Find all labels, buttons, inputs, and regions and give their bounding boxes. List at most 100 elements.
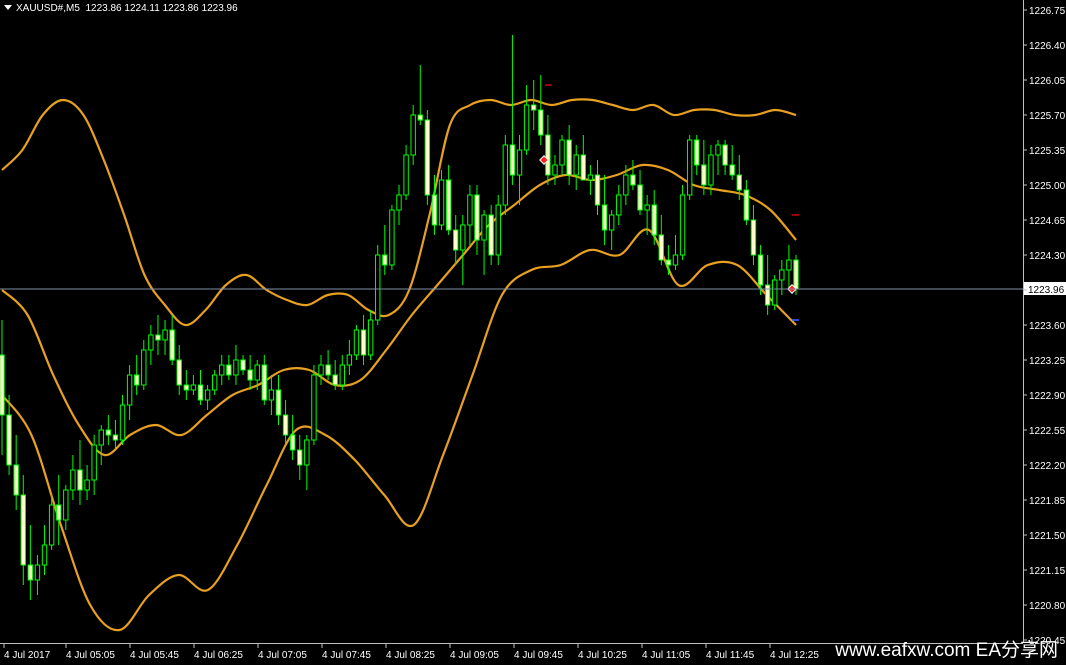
candle-body [41, 544, 48, 566]
candle-body [240, 359, 246, 371]
candle-body [375, 254, 381, 321]
candle [353, 325, 360, 360]
x-tick-label: 4 Jul 11:05 [642, 650, 691, 661]
candle-body [530, 104, 537, 111]
price-chart[interactable]: 1223.96 1226.75 1226.40 1226.05 1225.70 1225… [0, 0, 1066, 665]
candle-body [261, 364, 268, 401]
current-price-label: 1223.96 [1028, 285, 1065, 296]
x-tick-label: 4 Jul 09:05 [450, 650, 499, 661]
dropdown-triangle-icon[interactable] [4, 5, 12, 10]
candle-body [708, 154, 714, 186]
candle-body [587, 174, 594, 181]
candle-body [77, 469, 83, 491]
candle [502, 135, 509, 215]
candle-body [637, 184, 643, 211]
candle-body [764, 284, 771, 306]
candle-body [112, 434, 119, 441]
candle-body [339, 364, 345, 386]
candle-body [396, 194, 402, 211]
y-tick-label: 1226.40 [1029, 41, 1066, 52]
y-tick-label: 1222.55 [1029, 426, 1066, 437]
candle-body [701, 164, 707, 186]
x-tick-label: 4 Jul 11:45 [706, 650, 755, 661]
candle-body [743, 189, 750, 221]
candle-body [658, 234, 665, 261]
candle-body [772, 279, 778, 306]
candle [772, 275, 778, 310]
candle-body [211, 374, 218, 391]
candle-body [750, 219, 757, 256]
candle [311, 365, 317, 445]
candle [679, 185, 686, 260]
y-tick-label: 1221.50 [1029, 531, 1066, 542]
candle-body [56, 504, 62, 521]
x-tick-label: 4 Jul 09:45 [514, 650, 563, 661]
candle-body [779, 269, 785, 281]
candle-body [715, 144, 721, 156]
y-tick-label: 1221.85 [1029, 496, 1066, 507]
candle-body [275, 389, 282, 416]
y-tick-label: 1224.30 [1029, 251, 1066, 262]
candle-body [133, 374, 140, 386]
candle-body [467, 194, 473, 226]
y-tick-label: 1221.15 [1029, 566, 1066, 577]
candle-body [304, 439, 310, 466]
candle-body [594, 174, 601, 206]
y-tick-label: 1222.90 [1029, 391, 1066, 402]
candle-body [105, 429, 112, 436]
candle-body [694, 139, 700, 166]
candle-body [793, 259, 799, 290]
candle-body [445, 179, 452, 231]
candle-body [325, 364, 331, 376]
candle-body [573, 154, 579, 176]
candle-body [757, 254, 764, 286]
candle-body [453, 229, 459, 251]
candle-body [417, 114, 423, 121]
candle-body [431, 194, 438, 226]
candle [686, 135, 693, 200]
candle-body [495, 204, 501, 256]
candle-body [332, 374, 338, 386]
candle-body [162, 329, 168, 341]
ohlc-readout: 1223.86 1224.11 1223.86 1223.96 [85, 3, 238, 14]
candle-body [34, 564, 41, 581]
candle-body [736, 174, 742, 191]
candle-body [190, 384, 197, 391]
candle-body [27, 564, 34, 581]
candle-body [601, 204, 608, 231]
candle-body [679, 194, 686, 256]
y-tick-label: 1225.35 [1029, 146, 1066, 157]
x-tick-label: 4 Jul 06:25 [194, 650, 243, 661]
candle-body [566, 139, 572, 176]
candle-body [460, 224, 466, 251]
candle-body [552, 164, 558, 176]
y-tick-label: 1223.60 [1029, 321, 1066, 332]
candle-body [438, 179, 445, 226]
candle-body [410, 114, 416, 156]
y-tick-label: 1225.70 [1029, 111, 1066, 122]
candle-body [651, 204, 657, 236]
candle-body [282, 414, 289, 436]
y-tick-label: 1226.75 [1029, 6, 1066, 17]
watermark: www.eafxw.com EA分享网 [835, 640, 1058, 661]
candle-body [311, 374, 317, 441]
candle-body [289, 434, 296, 451]
symbol-label: XAUUSD#,M5 [16, 3, 80, 14]
candle-body [538, 109, 544, 136]
x-tick-label: 4 Jul 2017 [4, 650, 51, 661]
candle-body [559, 139, 565, 166]
candle [424, 110, 431, 205]
candle-body [169, 329, 175, 361]
candle-body [481, 214, 487, 241]
candle-body [424, 119, 431, 196]
candle-body [623, 174, 629, 196]
candle-body [502, 144, 509, 206]
candle-body [382, 254, 388, 266]
candle-body [545, 134, 551, 176]
candle [495, 195, 501, 265]
y-tick-label: 1222.20 [1029, 461, 1066, 472]
candle-body [389, 209, 395, 266]
candle-body [523, 104, 530, 151]
candle-body [268, 389, 275, 401]
candle-body [176, 359, 182, 386]
